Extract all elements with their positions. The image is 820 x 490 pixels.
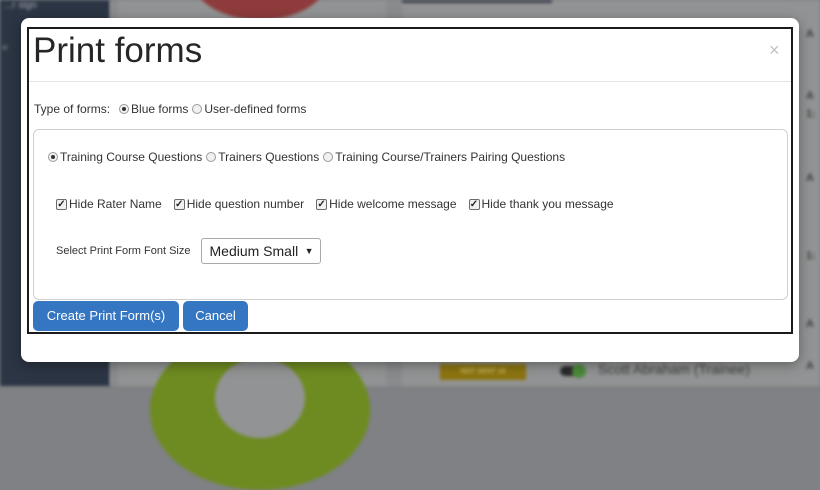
font-size-row: Select Print Form Font Size Medium Small…: [56, 238, 321, 264]
dropdown-arrow-icon: ▼: [304, 246, 314, 256]
font-size-selected-value: Medium Small: [209, 243, 299, 259]
background-mark: A: [806, 318, 814, 330]
background-mark: A: [806, 172, 814, 184]
hide-rater-name-option[interactable]: ✓ Hide Rater Name: [56, 197, 162, 211]
radio-button[interactable]: [323, 152, 334, 162]
blue-forms-options-panel: Training Course Questions Trainers Quest…: [33, 129, 788, 300]
cancel-button[interactable]: Cancel: [183, 301, 248, 331]
option-label: Training Course/Trainers Pairing Questio…: [335, 150, 566, 164]
background-mark: 1:: [806, 108, 816, 120]
hide-welcome-message-option[interactable]: ✓ Hide welcome message: [316, 197, 457, 211]
question-type-training-course[interactable]: Training Course Questions: [48, 150, 202, 164]
question-type-trainers[interactable]: Trainers Questions: [206, 150, 319, 164]
dialog-title: Print forms: [33, 31, 203, 70]
question-type-pairing[interactable]: Training Course/Trainers Pairing Questio…: [323, 150, 565, 164]
form-type-option-user-defined[interactable]: User-defined forms: [192, 102, 306, 116]
background-mark: A: [806, 90, 814, 102]
checkbox[interactable]: ✓: [468, 198, 480, 210]
option-label: Hide question number: [186, 197, 305, 211]
hide-options-row: ✓ Hide Rater Name ✓ Hide question number…: [56, 197, 626, 211]
radio-button[interactable]: [206, 152, 217, 162]
form-type-row: Type of forms: Blue forms User-defined f…: [34, 102, 310, 116]
option-label: Hide welcome message: [329, 197, 457, 211]
option-label: Blue forms: [131, 102, 189, 116]
background-toggle-knob: [572, 364, 586, 378]
background-mark: 1:: [806, 250, 816, 262]
option-label: Trainers Questions: [218, 150, 320, 164]
sidebar-collapse-icon: «: [2, 42, 8, 53]
radio-button[interactable]: [192, 104, 203, 114]
font-size-select[interactable]: Medium Small ▼: [200, 238, 321, 264]
background-chart-hole: [215, 358, 305, 438]
question-type-row: Training Course Questions Trainers Quest…: [48, 150, 569, 164]
radio-button[interactable]: [119, 104, 130, 114]
header-divider: [29, 81, 791, 82]
radio-button[interactable]: [48, 152, 58, 162]
print-forms-dialog: Print forms × Type of forms: Blue forms …: [27, 27, 793, 334]
option-label: User-defined forms: [204, 102, 307, 116]
option-label: Training Course Questions: [60, 150, 203, 164]
hide-question-number-option[interactable]: ✓ Hide question number: [173, 197, 305, 211]
option-label: Hide Rater Name: [69, 197, 162, 211]
form-type-option-blue[interactable]: Blue forms: [119, 102, 188, 116]
sidebar-text: ...r sign: [4, 0, 37, 11]
background-status-badge: NOT SENT 16: [440, 364, 526, 380]
background-mark: A: [806, 360, 814, 372]
checkbox[interactable]: ✓: [56, 198, 67, 210]
close-icon[interactable]: ×: [769, 41, 780, 59]
hide-thank-you-message-option[interactable]: ✓ Hide thank you message: [468, 197, 614, 211]
create-print-forms-button[interactable]: Create Print Form(s): [33, 301, 179, 331]
checkbox[interactable]: ✓: [316, 198, 328, 210]
background-mark: A: [806, 28, 814, 40]
option-label: Hide thank you message: [481, 197, 614, 211]
background-trainee-name: Scott Abraham (Trainee): [598, 361, 750, 377]
checkbox[interactable]: ✓: [173, 198, 185, 210]
font-size-label: Select Print Form Font Size: [56, 245, 191, 257]
background-top-bar: [402, 0, 552, 3]
form-type-label: Type of forms:: [34, 102, 111, 116]
